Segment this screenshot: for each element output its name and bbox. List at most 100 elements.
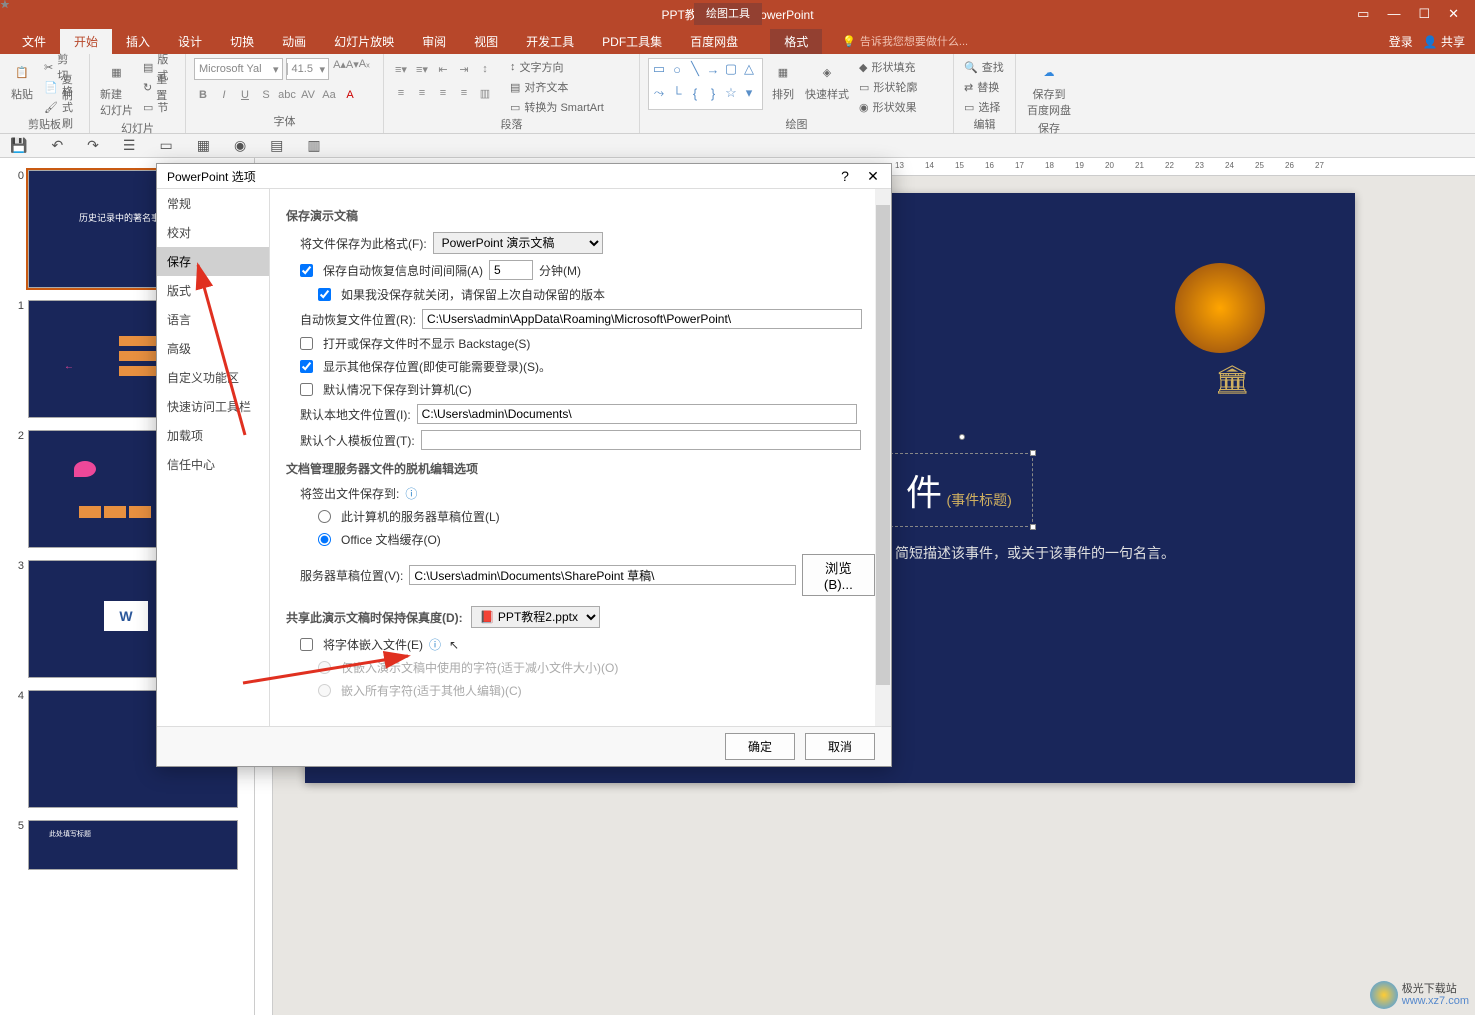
ok-button[interactable]: 确定 bbox=[725, 733, 795, 760]
indent-right-button[interactable]: ⇥ bbox=[455, 60, 473, 78]
replace-button[interactable]: ⇄替换 bbox=[962, 78, 1007, 96]
checkout-local-radio[interactable] bbox=[318, 510, 331, 523]
description-text[interactable]: 简短描述该事件，或关于该事件的一句名言。 bbox=[895, 543, 1175, 563]
default-save-pc-checkbox[interactable] bbox=[300, 383, 313, 396]
tab-review[interactable]: 审阅 bbox=[408, 29, 460, 54]
auto-recover-minutes[interactable] bbox=[489, 260, 533, 280]
embed-fonts-checkbox[interactable] bbox=[300, 638, 313, 651]
change-case-button[interactable]: Aa bbox=[320, 86, 338, 104]
info-icon[interactable]: ⓘ bbox=[405, 485, 417, 502]
shape-elbow-icon[interactable]: └ bbox=[669, 85, 685, 101]
fidelity-file-select[interactable]: 📕 PPT教程2.pptx bbox=[471, 606, 600, 628]
shapes-gallery[interactable]: ▭○╲→▢△ ⤳└{}☆▾ bbox=[648, 58, 763, 110]
find-button[interactable]: 🔍查找 bbox=[962, 58, 1007, 76]
new-slide-button[interactable]: ▦新建 幻灯片 bbox=[98, 58, 135, 120]
shape-outline-button[interactable]: ▭形状轮廓 bbox=[857, 78, 919, 96]
nav-advanced[interactable]: 高级 bbox=[157, 334, 269, 363]
tab-pdf[interactable]: PDF工具集 bbox=[588, 29, 676, 54]
qat-icon5[interactable]: ▥ bbox=[307, 137, 320, 154]
nav-proofing[interactable]: 校对 bbox=[157, 218, 269, 247]
dialog-help-icon[interactable]: ? bbox=[831, 168, 859, 184]
tab-home[interactable]: 开始 bbox=[60, 29, 112, 54]
font-color-button[interactable]: A bbox=[341, 86, 359, 104]
italic-button[interactable]: I bbox=[215, 86, 233, 104]
default-local-input[interactable] bbox=[417, 404, 857, 424]
qat-icon4[interactable]: ▤ bbox=[270, 137, 283, 154]
nav-qat[interactable]: 快速访问工具栏 bbox=[157, 392, 269, 421]
tab-developer[interactable]: 开发工具 bbox=[512, 29, 588, 54]
arrange-button[interactable]: ▦排列 bbox=[769, 58, 797, 104]
indent-left-button[interactable]: ⇤ bbox=[434, 60, 452, 78]
save-icon[interactable]: 💾 bbox=[10, 137, 27, 154]
title-textbox[interactable]: 件 (事件标题) bbox=[885, 453, 1033, 527]
show-other-checkbox[interactable] bbox=[300, 360, 313, 373]
decrease-font-icon[interactable]: A▾ bbox=[346, 58, 359, 80]
font-size-combo[interactable]: 41.5▾ bbox=[286, 58, 330, 80]
auto-recover-loc-input[interactable] bbox=[422, 309, 862, 329]
tab-design[interactable]: 设计 bbox=[164, 29, 216, 54]
maximize-icon[interactable]: ☐ bbox=[1418, 6, 1430, 22]
tab-baidu[interactable]: 百度网盘 bbox=[676, 29, 752, 54]
increase-font-icon[interactable]: A▴ bbox=[333, 58, 346, 80]
server-draft-input[interactable] bbox=[409, 565, 795, 585]
resize-handle[interactable] bbox=[1030, 450, 1036, 456]
numbering-button[interactable]: ≡▾ bbox=[413, 60, 431, 78]
paste-button[interactable]: 📋粘贴 bbox=[8, 58, 36, 104]
align-left-button[interactable]: ≡ bbox=[392, 84, 410, 102]
tab-format[interactable]: 格式 bbox=[770, 29, 822, 54]
shape-brace-icon[interactable]: { bbox=[687, 85, 703, 101]
nav-language[interactable]: 语言 bbox=[157, 305, 269, 334]
shape-effects-button[interactable]: ◉形状效果 bbox=[857, 98, 919, 116]
redo-icon[interactable]: ↷ bbox=[87, 137, 99, 154]
bullets-button[interactable]: ≡▾ bbox=[392, 60, 410, 78]
tell-me-input[interactable]: 💡告诉我您想要做什么... bbox=[842, 33, 968, 49]
shadow-button[interactable]: abc bbox=[278, 86, 296, 104]
close-window-icon[interactable]: ✕ bbox=[1448, 6, 1459, 22]
info-icon[interactable]: ⓘ bbox=[429, 636, 441, 653]
undo-icon[interactable]: ↶ bbox=[51, 137, 63, 154]
checkout-cache-radio[interactable] bbox=[318, 533, 331, 546]
shape-oval-icon[interactable]: ○ bbox=[669, 61, 685, 77]
tab-transition[interactable]: 切换 bbox=[216, 29, 268, 54]
slide-thumbnail-5[interactable]: 此处填写标题 bbox=[28, 820, 238, 870]
shape-more-icon[interactable]: ▾ bbox=[741, 85, 757, 101]
nav-save[interactable]: 保存 bbox=[157, 247, 269, 276]
tab-animation[interactable]: 动画 bbox=[268, 29, 320, 54]
align-center-button[interactable]: ≡ bbox=[413, 84, 431, 102]
reset-button[interactable]: ↻重置 bbox=[141, 78, 177, 96]
touch-icon[interactable]: ☰ bbox=[123, 137, 136, 154]
no-backstage-checkbox[interactable] bbox=[300, 337, 313, 350]
share-button[interactable]: 👤 共享 bbox=[1423, 33, 1465, 50]
login-button[interactable]: 登录 bbox=[1389, 33, 1413, 50]
smartart-button[interactable]: ▭转换为 SmartArt bbox=[508, 98, 606, 116]
resize-handle[interactable] bbox=[1030, 524, 1036, 530]
keep-last-checkbox[interactable] bbox=[318, 288, 331, 301]
nav-addins[interactable]: 加载项 bbox=[157, 421, 269, 450]
qat-icon1[interactable]: ▭ bbox=[159, 137, 172, 154]
nav-trust[interactable]: 信任中心 bbox=[157, 450, 269, 479]
spacing-button[interactable]: AV bbox=[299, 86, 317, 104]
shape-star-icon[interactable]: ☆ bbox=[723, 85, 739, 101]
dialog-close-icon[interactable]: ✕ bbox=[859, 168, 887, 185]
tab-insert[interactable]: 插入 bbox=[112, 29, 164, 54]
rotate-handle[interactable] bbox=[959, 434, 965, 440]
underline-button[interactable]: U bbox=[236, 86, 254, 104]
shape-fill-button[interactable]: ◆形状填充 bbox=[857, 58, 919, 76]
section-button[interactable]: ▭节 bbox=[141, 98, 177, 116]
font-name-combo[interactable]: Microsoft Yal▾ bbox=[194, 58, 283, 80]
align-text-button[interactable]: ▤对齐文本 bbox=[508, 78, 606, 96]
select-button[interactable]: ▭选择 bbox=[962, 98, 1007, 116]
auto-recover-checkbox[interactable] bbox=[300, 264, 313, 277]
justify-button[interactable]: ≡ bbox=[455, 84, 473, 102]
shape-curve-icon[interactable]: ⤳ bbox=[651, 85, 667, 101]
shape-line-icon[interactable]: ╲ bbox=[687, 61, 703, 77]
shape-brace2-icon[interactable]: } bbox=[705, 85, 721, 101]
tab-view[interactable]: 视图 bbox=[460, 29, 512, 54]
align-right-button[interactable]: ≡ bbox=[434, 84, 452, 102]
clear-format-icon[interactable]: Aₓ bbox=[359, 58, 370, 80]
shape-arrow-icon[interactable]: → bbox=[705, 61, 721, 77]
qat-icon3[interactable]: ◉ bbox=[234, 137, 246, 154]
tab-file[interactable]: 文件 bbox=[8, 29, 60, 54]
text-direction-button[interactable]: ↕文字方向 bbox=[508, 58, 606, 76]
default-template-input[interactable] bbox=[421, 430, 861, 450]
